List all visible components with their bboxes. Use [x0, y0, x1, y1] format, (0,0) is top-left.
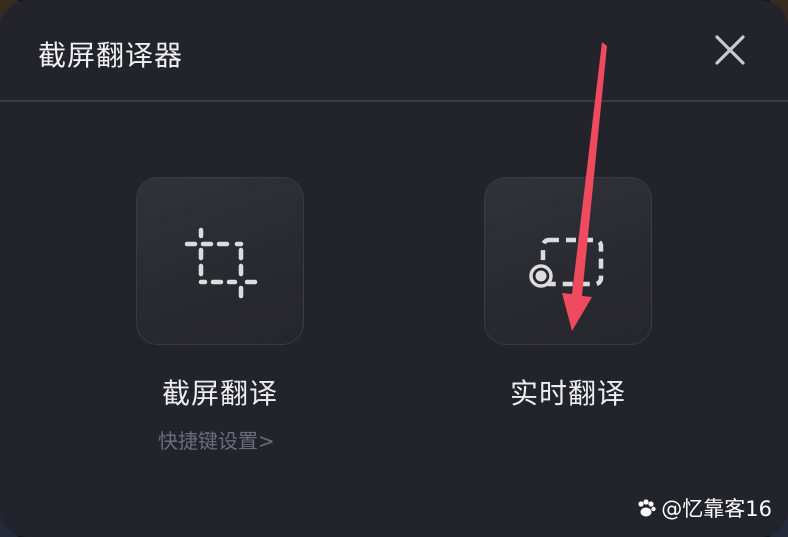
dialog-title: 截屏翻译器 [38, 39, 184, 72]
watermark: @忆靠客16 [635, 493, 772, 523]
screenshot-translate-tile[interactable] [136, 177, 304, 345]
header-divider [0, 100, 788, 102]
crop-icon [184, 227, 258, 299]
paw-icon [638, 499, 656, 517]
realtime-capture-icon [529, 237, 604, 288]
realtime-translate-tile[interactable] [484, 177, 652, 345]
annotation-arrow [562, 42, 607, 331]
realtime-translate-label: 实时翻译 [509, 377, 626, 410]
close-button[interactable] [712, 32, 748, 68]
close-icon [715, 35, 745, 65]
screenshot-translate-label: 截屏翻译 [161, 377, 278, 410]
watermark-text: @忆靠客16 [661, 497, 772, 521]
shortcut-settings-link[interactable]: 快捷键设置> [158, 425, 275, 454]
screenshot-translator-dialog: 截屏翻译器 截屏翻译 实时翻译 快捷键设置> @忆靠客16 [0, 0, 788, 537]
